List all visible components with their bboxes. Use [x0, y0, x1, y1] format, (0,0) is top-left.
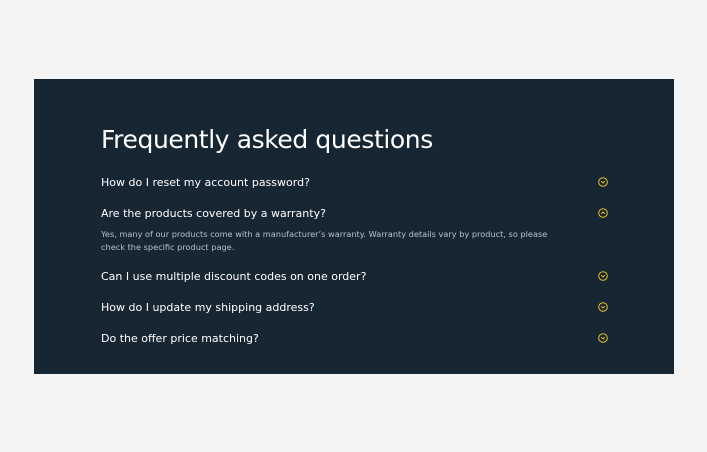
chevron-down-icon[interactable] [598, 333, 608, 343]
chevron-up-icon[interactable] [598, 208, 608, 218]
faq-section: Frequently asked questions How do I rese… [34, 79, 674, 374]
faq-question: Are the products covered by a warranty? [101, 207, 326, 220]
faq-question: How do I update my shipping address? [101, 301, 315, 314]
faq-question: Do the offer price matching? [101, 332, 259, 345]
faq-answer: Yes, many of our products come with a ma… [101, 229, 548, 252]
chevron-down-icon[interactable] [598, 271, 608, 281]
faq-question: How do I reset my account password? [101, 176, 310, 189]
chevron-down-icon[interactable] [598, 302, 608, 312]
chevron-down-icon[interactable] [598, 177, 608, 187]
faq-title: Frequently asked questions [101, 125, 433, 154]
faq-question: Can I use multiple discount codes on one… [101, 270, 367, 283]
